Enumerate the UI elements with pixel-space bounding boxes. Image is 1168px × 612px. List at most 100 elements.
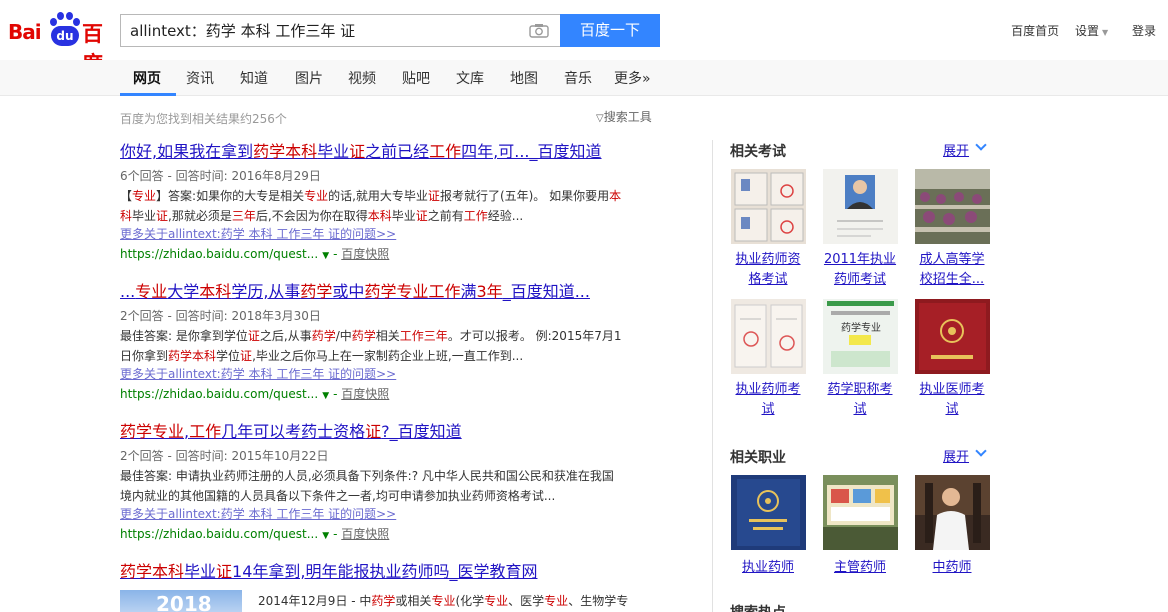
related-exams-heading: 相关考试	[730, 144, 786, 160]
login-link[interactable]: 登录	[1132, 24, 1156, 38]
camera-icon[interactable]	[529, 23, 549, 38]
tab-zhidao[interactable]: 知道	[240, 68, 268, 88]
job-card[interactable]: 中药师	[912, 475, 992, 578]
dropdown-arrow-icon[interactable]: ▼	[322, 251, 329, 261]
keyword-highlight: 药学	[371, 594, 396, 608]
logo-paw-text: du	[51, 26, 79, 46]
exam-label-line: 执业药师资	[735, 252, 801, 267]
keyword-highlight: 科	[120, 209, 133, 223]
exam-label-line: 格考试	[748, 272, 788, 287]
result-thumbnail[interactable]: 2018	[120, 590, 242, 612]
tab-tieba[interactable]: 贴吧	[402, 68, 430, 88]
sidebar-divider	[712, 140, 713, 612]
tab-images[interactable]: 图片	[295, 68, 323, 88]
job-card[interactable]: 主管药师	[820, 475, 900, 578]
result-title[interactable]: 药学本科毕业证14年拿到,明年能报执业药师吗_医学教育网	[120, 562, 680, 582]
keyword-highlight: 药学本科	[168, 349, 217, 363]
result-url[interactable]: https://zhidao.baidu.com/quest...	[120, 527, 318, 541]
blue-certificate-icon	[730, 475, 806, 550]
id-photo-icon	[822, 169, 898, 244]
dropdown-arrow-icon[interactable]: ▼	[322, 531, 329, 541]
result-abstract: 最佳答案: 是你拿到学位证之后,从事药学/中药学相关工作三年。才可以报考。 例:…	[120, 329, 622, 343]
active-tab-indicator	[120, 93, 176, 96]
snapshot-link[interactable]: 百度快照	[341, 527, 389, 541]
keyword-highlight: 证	[156, 209, 169, 223]
caret-down-icon: ▼	[1102, 28, 1109, 37]
tab-map[interactable]: 地图	[510, 68, 538, 88]
related-questions-link[interactable]: 更多关于allintext:药学 本科 工作三年 证的问题>>	[120, 366, 680, 382]
tab-web[interactable]: 网页	[133, 68, 161, 88]
exam-label-line: 药师考试	[833, 272, 886, 287]
result-abstract: 日你拿到药学本科学位证,毕业之后你马上在一家制药企业上班,一直工作到...	[120, 349, 524, 363]
result-abstract: 科毕业证,那就必须是三年后,不会因为你在取得本科毕业证之前有工作经验...	[120, 209, 524, 223]
related-questions-link[interactable]: 更多关于allintext:药学 本科 工作三年 证的问题>>	[120, 226, 680, 242]
job-card[interactable]: 执业药师	[728, 475, 808, 578]
settings-label: 设置	[1074, 24, 1099, 38]
exam-label-line: 校招生全...	[919, 272, 985, 287]
result-abstract: 最佳答案: 申请执业药师注册的人员,必须具备下列条件:? 凡中华人民共和国公民和…	[120, 469, 614, 483]
dropdown-arrow-icon[interactable]: ▼	[322, 391, 329, 401]
search-result: 药学本科毕业证14年拿到,明年能报执业药师吗_医学教育网	[120, 562, 680, 582]
expand-jobs-link[interactable]: 展开	[943, 446, 969, 465]
exam-card[interactable]: 执业药师资 格考试	[728, 169, 808, 290]
result-title[interactable]: 你好,如果我在拿到药学本科毕业证之前已经工作四年,可..._百度知道	[120, 142, 680, 162]
tab-wenku[interactable]: 文库	[456, 68, 484, 88]
baidu-logo[interactable]: Bai du 百度	[8, 12, 112, 76]
book-cover-icon: 药学专业	[822, 299, 898, 374]
related-questions-link[interactable]: 更多关于allintext:药学 本科 工作三年 证的问题>>	[120, 506, 680, 522]
related-jobs-heading: 相关职业	[730, 450, 786, 466]
tab-video[interactable]: 视频	[348, 68, 376, 88]
snapshot-link[interactable]: 百度快照	[341, 387, 389, 401]
result-url-row: https://zhidao.baidu.com/quest... ▼ - 百度快照	[120, 387, 390, 401]
chevron-down-icon[interactable]	[975, 445, 987, 457]
exam-card-label: 成人高等学 校招生全...	[912, 250, 992, 290]
keyword-highlight: 专业	[132, 189, 157, 203]
exam-card-label: 执业药师资 格考试	[728, 250, 808, 290]
job-card-label: 执业药师	[741, 560, 794, 575]
exam-card[interactable]: 执业药师考试	[728, 299, 808, 420]
keyword-highlight: 证	[247, 329, 260, 343]
result-url[interactable]: https://zhidao.baidu.com/quest...	[120, 387, 318, 401]
exam-label-line: 试	[761, 402, 775, 417]
search-button[interactable]: 百度一下	[560, 14, 660, 47]
tab-news[interactable]: 资讯	[186, 68, 214, 88]
exam-card-label: 执业药师考试	[728, 380, 808, 420]
keyword-highlight: 药学专业	[120, 422, 185, 441]
hot-searches-heading: 搜索热点	[730, 602, 786, 612]
result-meta: 2个回答 - 回答时间: 2018年3月30日	[120, 309, 321, 323]
exam-card[interactable]: 执业医师考试	[912, 299, 992, 420]
keyword-highlight: 工作三年	[399, 329, 448, 343]
snapshot-link[interactable]: 百度快照	[341, 247, 389, 261]
expand-exams-link[interactable]: 展开	[943, 140, 969, 159]
result-url-row: https://zhidao.baidu.com/quest... ▼ - 百度快照	[120, 527, 390, 541]
search-result: ...专业大学本科学历,从事药学或中药学专业工作满3年_百度知道... 2个回答…	[120, 282, 680, 406]
keyword-highlight: 证	[240, 349, 253, 363]
top-right-links: 百度首页 设置 ▼ 登录	[999, 22, 1156, 39]
header: Bai du 百度 百度一下 百度首页 设置▼ 登录	[0, 0, 1168, 76]
keyword-highlight: 证	[427, 189, 440, 203]
result-title[interactable]: ...专业大学本科学历,从事药学或中药学专业工作满3年_百度知道...	[120, 282, 680, 302]
exam-card[interactable]: 2011年执业 药师考试	[820, 169, 900, 290]
baidu-home-link[interactable]: 百度首页	[1011, 24, 1059, 38]
settings-link[interactable]: 设置 ▼	[1075, 24, 1108, 38]
search-box	[120, 14, 561, 47]
tab-more[interactable]: 更多»	[614, 68, 651, 88]
search-tools[interactable]: ▽搜索工具	[596, 108, 652, 125]
exam-card[interactable]: 药学专业 药学职称考试	[820, 299, 900, 420]
chevron-down-icon[interactable]	[975, 139, 987, 151]
exam-card[interactable]: 成人高等学 校招生全...	[912, 169, 992, 290]
search-result: 药学专业,工作几年可以考药士资格证?_百度知道 2个回答 - 回答时间: 201…	[120, 422, 680, 546]
keyword-highlight: 工作	[463, 209, 488, 223]
certificate-photo-icon	[730, 169, 806, 244]
result-abstract: 2014年12月9日 - 中药学或相关专业(化学专业、医学专业、生物学专	[258, 594, 629, 608]
filter-icon: ▽	[596, 113, 604, 124]
keyword-highlight: 证	[415, 209, 428, 223]
tab-music[interactable]: 音乐	[564, 68, 592, 88]
result-title[interactable]: 药学专业,工作几年可以考药士资格证?_百度知道	[120, 422, 680, 442]
result-url[interactable]: https://zhidao.baidu.com/quest...	[120, 247, 318, 261]
search-input[interactable]	[130, 15, 510, 46]
keyword-highlight: 药学本科	[120, 562, 185, 581]
exam-label-line: 试	[853, 402, 867, 417]
exam-room-photo-icon	[914, 169, 990, 244]
thumbnail-text: 2018	[156, 592, 212, 612]
